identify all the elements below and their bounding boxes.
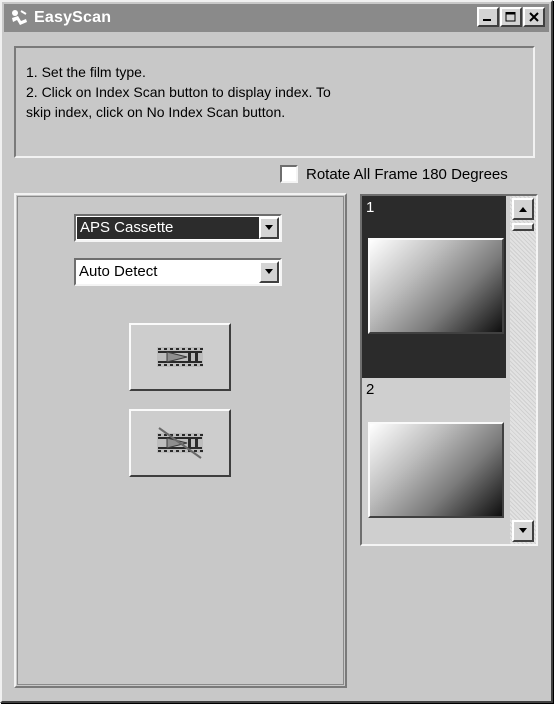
chevron-up-icon (519, 207, 527, 212)
instructions-panel: 1. Set the film type. 2. Click on Index … (14, 46, 535, 158)
scroll-down-button[interactable] (512, 520, 534, 542)
detect-mode-dropdown-button[interactable] (259, 261, 279, 283)
frame-item[interactable]: 1 (362, 196, 506, 378)
detect-mode-value[interactable]: Auto Detect (76, 261, 259, 283)
index-scan-icon (157, 347, 203, 367)
frame-list-scrollbar[interactable] (510, 196, 536, 544)
minimize-button[interactable] (477, 7, 499, 27)
rotate-option[interactable]: Rotate All Frame 180 Degrees (280, 165, 508, 183)
frame-item[interactable]: 2 (362, 378, 506, 544)
close-button[interactable] (523, 7, 545, 27)
frame-number: 1 (366, 199, 375, 216)
film-type-dropdown-button[interactable] (259, 217, 279, 239)
index-scan-button[interactable] (129, 323, 231, 391)
window-title: EasyScan (34, 9, 112, 26)
no-index-scan-icon (157, 427, 203, 459)
frame-thumbnail[interactable] (368, 238, 504, 334)
maximize-button[interactable] (500, 7, 522, 27)
scan-control-panel: APS Cassette Auto Detect (14, 193, 347, 688)
chevron-down-icon (265, 269, 273, 274)
frame-number: 2 (366, 381, 375, 398)
title-bar[interactable]: EasyScan (4, 4, 549, 32)
detect-mode-select[interactable]: Auto Detect (74, 258, 282, 286)
instruction-line-2: 2. Click on Index Scan button to display… (26, 84, 331, 100)
film-type-value[interactable]: APS Cassette (77, 217, 259, 239)
instruction-line-1: 1. Set the film type. (26, 64, 146, 80)
maximize-icon (505, 12, 516, 22)
film-type-select[interactable]: APS Cassette (74, 214, 282, 242)
scrollbar-thumb[interactable] (512, 223, 534, 231)
no-index-scan-button[interactable] (129, 409, 231, 477)
frame-index-list[interactable]: 1 2 (360, 194, 538, 546)
minimize-icon (483, 19, 491, 21)
rotate-label[interactable]: Rotate All Frame 180 Degrees (306, 166, 508, 183)
close-icon (529, 12, 539, 22)
easyscan-window: EasyScan 1. Set the film type. 2. Click … (0, 0, 553, 703)
scroll-up-button[interactable] (512, 198, 534, 220)
chevron-down-icon (519, 528, 527, 533)
frame-thumbnail[interactable] (368, 422, 504, 518)
rotate-checkbox[interactable] (280, 165, 298, 183)
instruction-line-3: skip index, click on No Index Scan butto… (26, 104, 286, 120)
app-icon (8, 7, 30, 29)
chevron-down-icon (265, 225, 273, 230)
